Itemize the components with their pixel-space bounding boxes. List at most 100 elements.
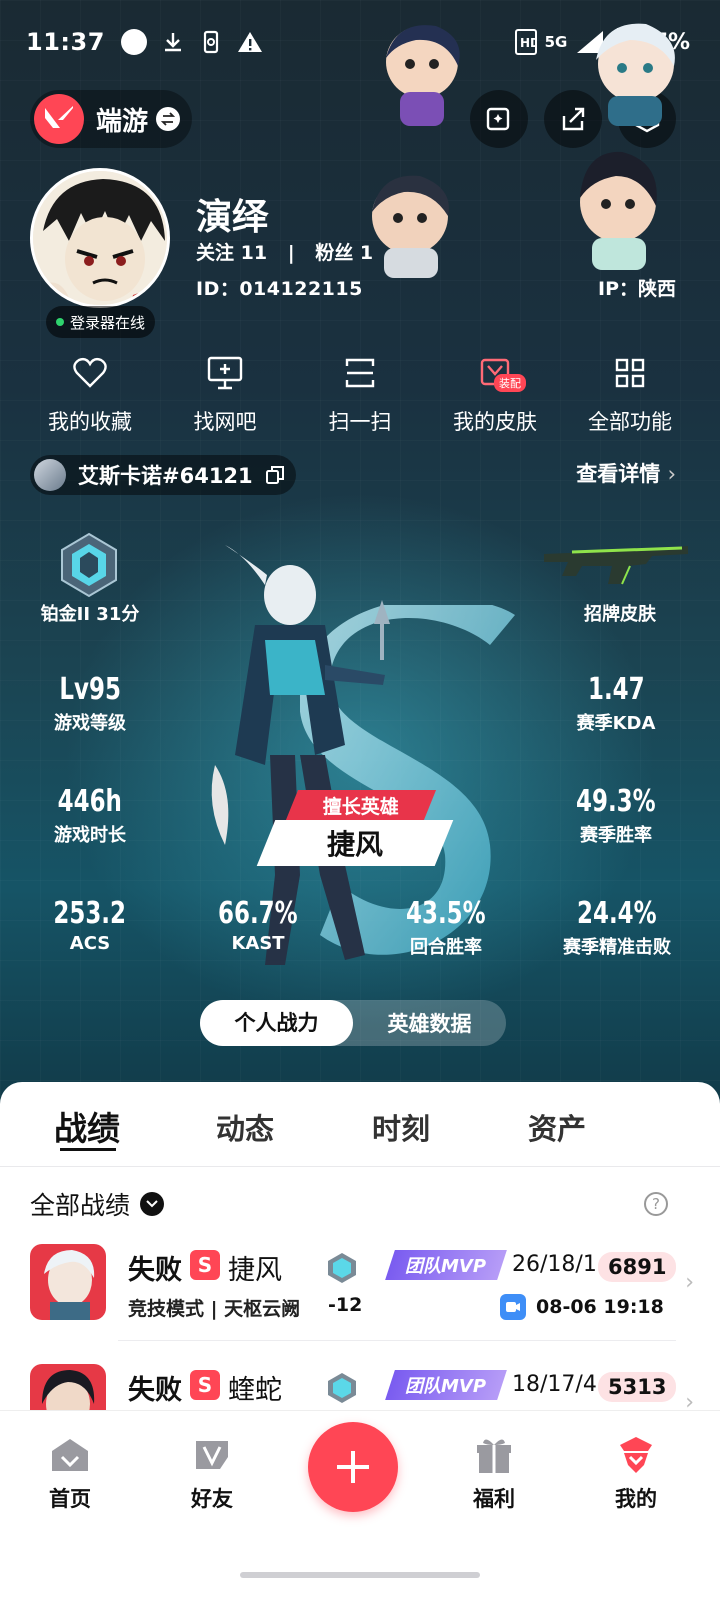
- stat-kda: 1.47 赛季KDA: [556, 672, 676, 735]
- status-time: 11:37: [26, 28, 105, 56]
- season-s-badge: S: [190, 1370, 220, 1400]
- match-kda: 26/18/1: [512, 1252, 597, 1277]
- follow-divider: |: [287, 242, 295, 264]
- avatar-image: [33, 171, 167, 305]
- stat-key: 赛季KDA: [576, 713, 656, 734]
- best-agent-name-bar: 捷风: [256, 820, 454, 866]
- toggle-personal-power[interactable]: 个人战力: [200, 1000, 353, 1046]
- action-my-skins[interactable]: 装配 我的皮肤: [435, 352, 555, 436]
- app-name: 端游: [96, 106, 149, 137]
- stat-key: 游戏等级: [54, 713, 126, 734]
- rifle-skin-icon[interactable]: [542, 540, 690, 588]
- tab-record[interactable]: 战绩: [54, 1102, 120, 1150]
- team-mvp-badge: 团队MVP: [385, 1370, 507, 1400]
- warning-icon: [237, 32, 262, 52]
- nav-mine[interactable]: 我的: [596, 1433, 676, 1513]
- stat-value: 253.2: [53, 896, 127, 931]
- action-all-features[interactable]: 全部功能: [570, 352, 690, 436]
- friends-icon: [172, 1433, 252, 1477]
- view-details-link[interactable]: 查看详情 ›: [576, 458, 676, 488]
- svg-text:HD: HD: [520, 36, 537, 50]
- help-icon[interactable]: ?: [644, 1192, 668, 1216]
- action-favorites[interactable]: 我的收藏: [30, 352, 150, 436]
- match-agent: 捷风: [228, 1255, 282, 1286]
- scan-icon: [343, 352, 377, 394]
- nav-label: 我的: [615, 1487, 657, 1511]
- nav-home[interactable]: 首页: [30, 1433, 110, 1513]
- nav-label: 福利: [473, 1487, 515, 1511]
- following-count[interactable]: 关注 11: [196, 242, 267, 264]
- nav-benefits[interactable]: 福利: [454, 1433, 534, 1513]
- view-details-text: 查看详情: [576, 462, 661, 486]
- video-replay-icon[interactable]: [500, 1294, 526, 1320]
- notification-dot-icon: [120, 29, 147, 55]
- match-score: 6891: [598, 1252, 677, 1282]
- follow-stats: 关注 11 | 粉丝 1: [196, 238, 373, 265]
- online-status-badge: 登录器在线: [46, 306, 156, 338]
- toggle-agent-data[interactable]: 英雄数据: [353, 1008, 506, 1038]
- gesture-home-bar[interactable]: [240, 1572, 480, 1578]
- tab-moments[interactable]: 时刻: [372, 1106, 430, 1148]
- quick-actions: 我的收藏 找网吧 扫一扫 装配 我的皮肤 全部功能: [30, 352, 690, 436]
- stat-value: 446h: [57, 784, 123, 819]
- tab-feed[interactable]: 动态: [216, 1106, 274, 1148]
- valorant-logo-icon: [34, 94, 84, 144]
- stat-key: 赛季精准击败: [563, 937, 671, 958]
- skin-icon: 装配: [478, 352, 526, 394]
- riot-id-pill[interactable]: 艾斯卡诺#64121: [30, 455, 296, 495]
- nav-friends[interactable]: 好友: [172, 1433, 252, 1513]
- mvp-text: 团队MVP: [405, 1256, 487, 1277]
- rank-label: 铂金II 31分: [40, 604, 140, 625]
- best-agent-banner[interactable]: 擅长英雄 捷风: [256, 790, 454, 866]
- stat-kast: 66.7% KAST: [198, 896, 318, 954]
- stat-key: ACS: [69, 933, 111, 954]
- action-netcafe[interactable]: 找网吧: [165, 352, 285, 436]
- app-switcher-pill[interactable]: 端游: [30, 90, 192, 148]
- monitor-icon: [206, 352, 244, 394]
- plus-icon: [337, 1451, 369, 1483]
- fans-count[interactable]: 粉丝 1: [315, 242, 373, 264]
- create-post-button[interactable]: [308, 1422, 398, 1512]
- online-status-text: 登录器在线: [70, 313, 146, 332]
- action-label: 全部功能: [588, 410, 672, 434]
- stat-level: Lv95 游戏等级: [30, 672, 150, 735]
- user-nickname: 演绎: [196, 197, 269, 238]
- match-row[interactable]: 失败 S 捷风 竞技模式 | 天枢云阙 -12 团队MVP 26/18/1 68…: [30, 1244, 694, 1344]
- stat-acs: 253.2 ACS: [30, 896, 150, 954]
- action-label: 我的收藏: [48, 410, 132, 434]
- user-avatar[interactable]: [30, 168, 170, 308]
- share-icon: [562, 107, 585, 131]
- action-scan[interactable]: 扫一扫: [300, 352, 420, 436]
- stat-key: 赛季胜率: [580, 825, 652, 846]
- stat-precise-kills: 24.4% 赛季精准击败: [546, 896, 688, 959]
- edit-card-button[interactable]: [470, 90, 528, 148]
- rank-platinum-icon: [61, 532, 117, 598]
- tab-assets[interactable]: 资产: [528, 1106, 586, 1148]
- tab-divider: [0, 1166, 720, 1167]
- tab-indicator: [60, 1148, 116, 1151]
- network-type: 5G: [544, 33, 568, 51]
- home-icon: [30, 1433, 110, 1477]
- team-mvp-badge: 团队MVP: [385, 1250, 507, 1280]
- agent-jett-avatar: [30, 1244, 106, 1320]
- hd-icon: HD: [514, 29, 537, 55]
- copy-icon[interactable]: [265, 465, 285, 485]
- skin-label: 招牌皮肤: [584, 604, 656, 625]
- phone-sync-icon: [203, 30, 219, 54]
- chevron-down-icon: [140, 1192, 165, 1216]
- grid-icon: [614, 352, 646, 394]
- record-filter-dropdown[interactable]: 全部战绩: [30, 1186, 165, 1222]
- match-time-text: 08-06 19:18: [536, 1296, 664, 1318]
- stat-value: 1.47: [587, 672, 645, 707]
- nav-label: 好友: [191, 1487, 233, 1511]
- riot-id-text: 艾斯卡诺#64121: [78, 464, 253, 488]
- sticker-agent-jett-icon: [596, 23, 675, 126]
- match-score: 5313: [598, 1372, 677, 1402]
- edit-card-icon: [486, 107, 510, 131]
- rank-platinum-small-icon: [328, 1373, 356, 1403]
- match-time: 08-06 19:18: [500, 1294, 664, 1320]
- stat-value: 24.4%: [577, 896, 657, 931]
- best-agent-name: 捷风: [326, 828, 383, 861]
- riot-avatar: [34, 459, 66, 491]
- match-agent: 蝰蛇: [228, 1375, 282, 1406]
